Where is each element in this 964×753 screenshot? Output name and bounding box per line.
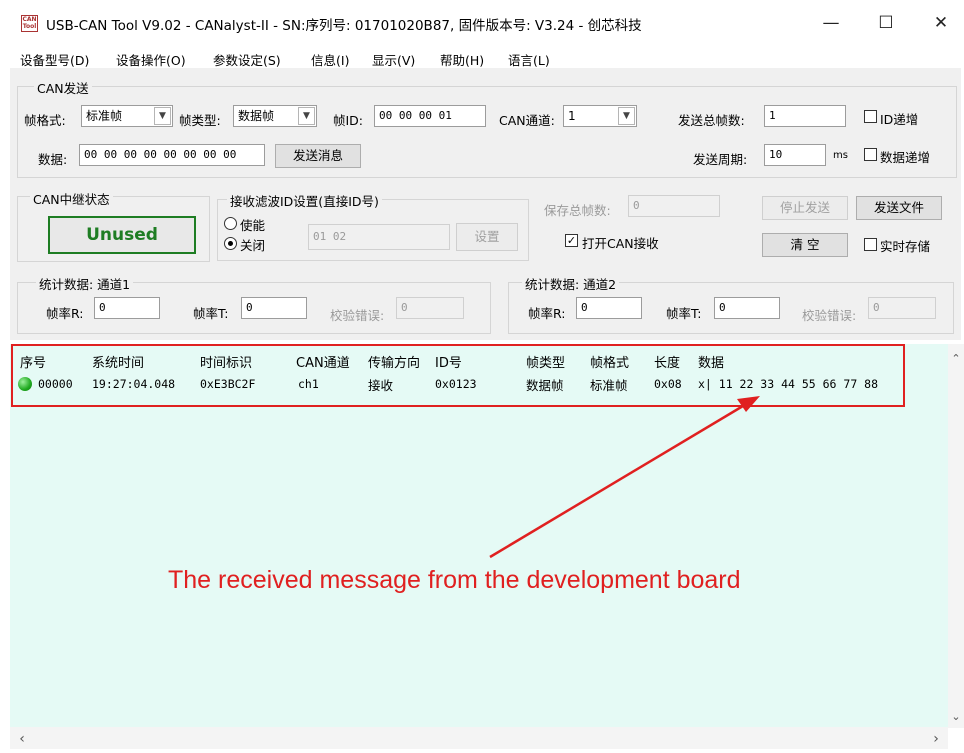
annotation-arrow	[489, 396, 760, 559]
annotation-text: The received message from the developmen…	[168, 566, 741, 594]
